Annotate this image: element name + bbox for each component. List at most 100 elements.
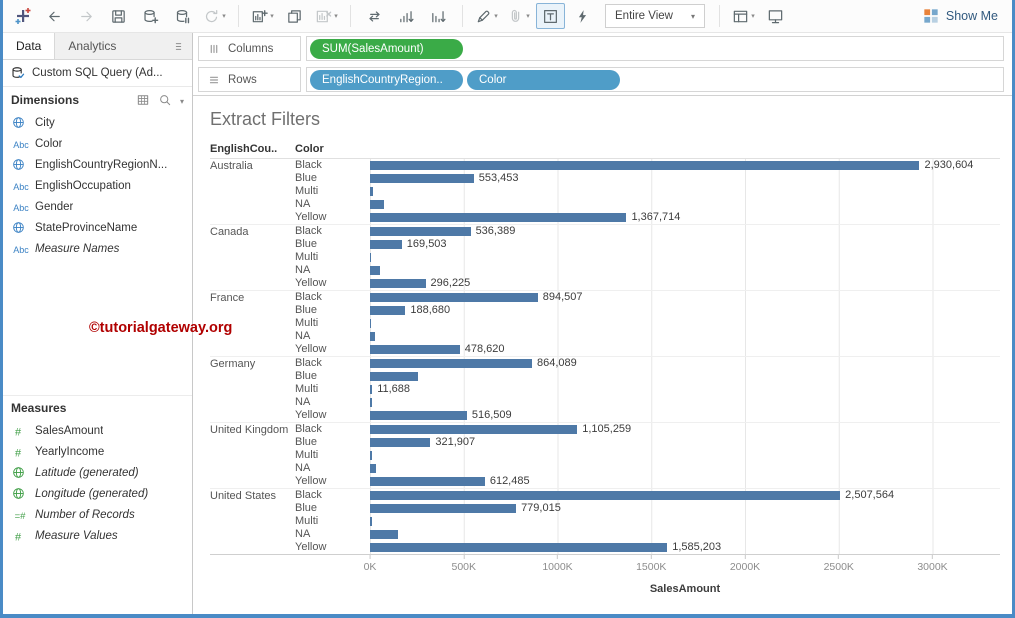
highlight-button[interactable]: ▾: [472, 3, 501, 29]
color-label[interactable]: Multi: [295, 317, 370, 330]
color-label[interactable]: Blue: [295, 238, 370, 251]
color-label[interactable]: Multi: [295, 251, 370, 264]
tab-analytics[interactable]: Analytics: [55, 33, 129, 59]
country-label[interactable]: United States: [210, 490, 276, 502]
bar-australia-yellow[interactable]: [370, 213, 626, 222]
color-label[interactable]: Black: [295, 423, 370, 436]
show-mark-labels-button[interactable]: [536, 3, 565, 29]
presentation-mode-button[interactable]: [761, 3, 790, 29]
pill-englishcountryregion[interactable]: EnglishCountryRegion..: [310, 70, 463, 90]
color-label[interactable]: Multi: [295, 383, 370, 396]
new-worksheet-button[interactable]: ▾: [248, 3, 277, 29]
field-latitude-generated[interactable]: Latitude (generated): [3, 462, 192, 483]
color-label[interactable]: Yellow: [295, 343, 370, 356]
bar-united-states-na[interactable]: [370, 530, 398, 539]
color-label[interactable]: Black: [295, 225, 370, 238]
row-header-color[interactable]: Color: [295, 143, 370, 158]
color-label[interactable]: NA: [295, 330, 370, 343]
swap-rows-columns-button[interactable]: [360, 3, 389, 29]
color-label[interactable]: NA: [295, 264, 370, 277]
bar-australia-multi[interactable]: [370, 187, 373, 196]
color-label[interactable]: Multi: [295, 515, 370, 528]
color-label[interactable]: Yellow: [295, 277, 370, 290]
color-label[interactable]: NA: [295, 198, 370, 211]
bar-united-kingdom-blue[interactable]: [370, 438, 430, 447]
bar-united-states-black[interactable]: [370, 491, 840, 500]
color-label[interactable]: Multi: [295, 185, 370, 198]
color-label[interactable]: NA: [295, 462, 370, 475]
country-label[interactable]: United Kingdom: [210, 424, 288, 436]
color-label[interactable]: Blue: [295, 436, 370, 449]
country-label[interactable]: Canada: [210, 226, 249, 238]
field-yearlyincome[interactable]: #YearlyIncome: [3, 441, 192, 462]
color-label[interactable]: Black: [295, 159, 370, 172]
duplicate-sheet-button[interactable]: [280, 3, 309, 29]
color-label[interactable]: Black: [295, 291, 370, 304]
color-label[interactable]: Blue: [295, 304, 370, 317]
pill-color[interactable]: Color: [467, 70, 620, 90]
country-label[interactable]: Germany: [210, 358, 255, 370]
country-label[interactable]: Australia: [210, 160, 253, 172]
save-button[interactable]: [104, 3, 133, 29]
fit-selector[interactable]: Entire View▾: [605, 4, 705, 28]
pill-sum-salesamount[interactable]: SUM(SalesAmount): [310, 39, 463, 59]
search-icon[interactable]: [158, 93, 172, 107]
columns-shelf[interactable]: SUM(SalesAmount): [306, 36, 1004, 61]
run-auto-updates-button[interactable]: ▾: [200, 3, 229, 29]
field-measure-values[interactable]: #Measure Values: [3, 525, 192, 546]
field-salesamount[interactable]: #SalesAmount: [3, 420, 192, 441]
field-color[interactable]: AbcColor: [3, 133, 192, 154]
show-me-button[interactable]: Show Me: [919, 8, 1002, 24]
bar-united-states-blue[interactable]: [370, 504, 516, 513]
color-label[interactable]: Blue: [295, 172, 370, 185]
country-label[interactable]: France: [210, 292, 244, 304]
color-label[interactable]: NA: [295, 396, 370, 409]
show-hide-cards-button[interactable]: ▾: [729, 3, 758, 29]
color-label[interactable]: Yellow: [295, 211, 370, 224]
color-label[interactable]: Black: [295, 357, 370, 370]
bar-canada-black[interactable]: [370, 227, 471, 236]
bar-france-multi[interactable]: [370, 319, 371, 328]
bar-germany-multi[interactable]: [370, 385, 372, 394]
bar-australia-black[interactable]: [370, 161, 919, 170]
bar-germany-yellow[interactable]: [370, 411, 467, 420]
bar-united-kingdom-na[interactable]: [370, 464, 376, 473]
sort-descending-button[interactable]: [424, 3, 453, 29]
bar-united-states-yellow[interactable]: [370, 543, 667, 552]
bar-france-na[interactable]: [370, 332, 375, 341]
field-gender[interactable]: AbcGender: [3, 196, 192, 217]
new-data-source-button[interactable]: [136, 3, 165, 29]
field-stateprovincename[interactable]: StateProvinceName: [3, 217, 192, 238]
bar-united-kingdom-yellow[interactable]: [370, 477, 485, 486]
color-label[interactable]: Yellow: [295, 541, 370, 554]
bar-canada-yellow[interactable]: [370, 279, 426, 288]
caret-down-icon[interactable]: ▾: [180, 93, 184, 107]
bar-france-blue[interactable]: [370, 306, 405, 315]
field-englishcountryregionn[interactable]: EnglishCountryRegionN...: [3, 154, 192, 175]
bar-canada-blue[interactable]: [370, 240, 402, 249]
clear-sheet-button[interactable]: ▾: [312, 3, 341, 29]
bar-france-yellow[interactable]: [370, 345, 460, 354]
bar-united-kingdom-black[interactable]: [370, 425, 577, 434]
color-label[interactable]: NA: [295, 528, 370, 541]
bar-germany-na[interactable]: [370, 398, 372, 407]
fix-axes-button[interactable]: [568, 3, 597, 29]
row-header-country[interactable]: EnglishCou..: [210, 143, 295, 158]
field-city[interactable]: City: [3, 112, 192, 133]
bar-australia-na[interactable]: [370, 200, 384, 209]
field-number-of-records[interactable]: =#Number of Records: [3, 504, 192, 525]
pause-auto-updates-button[interactable]: [168, 3, 197, 29]
field-englishoccupation[interactable]: AbcEnglishOccupation: [3, 175, 192, 196]
color-label[interactable]: Multi: [295, 449, 370, 462]
redo-button[interactable]: [72, 3, 101, 29]
bar-germany-black[interactable]: [370, 359, 532, 368]
format-button[interactable]: ▾: [504, 3, 533, 29]
color-label[interactable]: Black: [295, 489, 370, 502]
bar-germany-blue[interactable]: [370, 372, 418, 381]
bar-canada-multi[interactable]: [370, 253, 371, 262]
bar-canada-na[interactable]: [370, 266, 380, 275]
sort-ascending-button[interactable]: [392, 3, 421, 29]
color-label[interactable]: Blue: [295, 370, 370, 383]
color-label[interactable]: Blue: [295, 502, 370, 515]
field-measure-names[interactable]: AbcMeasure Names: [3, 238, 192, 259]
